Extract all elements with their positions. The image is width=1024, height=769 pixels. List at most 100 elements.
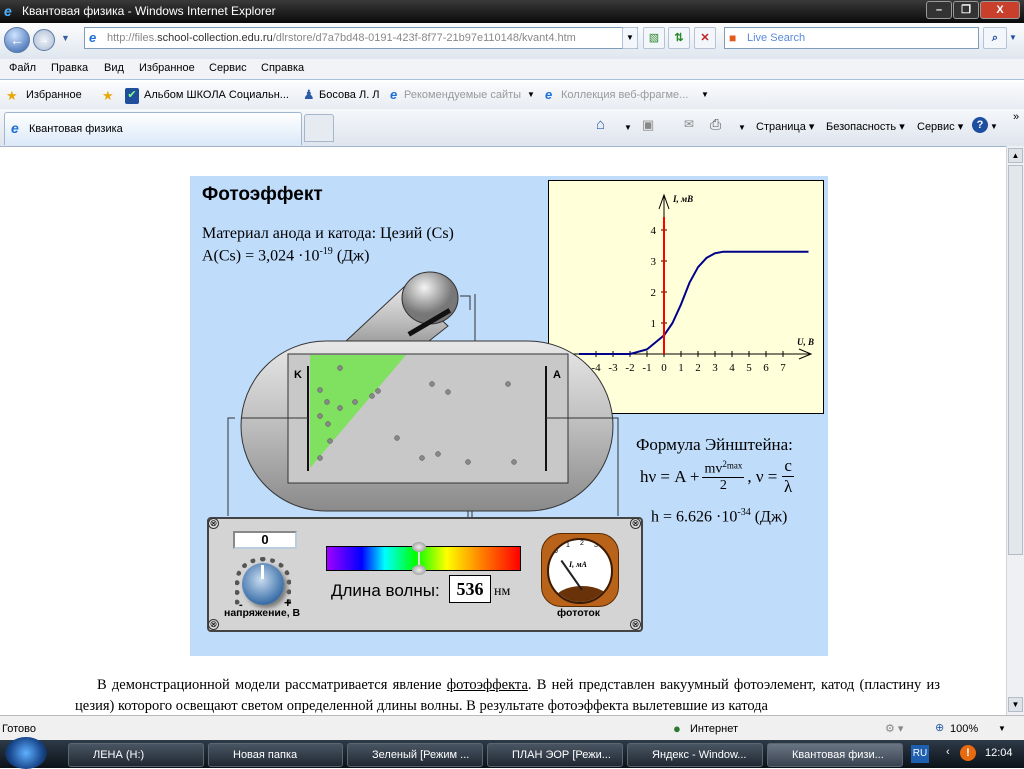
page-menu-label: Страница xyxy=(756,121,806,133)
dropdown-icon[interactable]: ▼ xyxy=(990,122,998,131)
electron xyxy=(317,455,323,461)
voltage-knob[interactable] xyxy=(242,563,284,605)
menu-favorites[interactable]: Избранное xyxy=(139,62,195,74)
menu-help[interactable]: Справка xyxy=(261,62,304,74)
dropdown-icon[interactable]: ▼ xyxy=(738,123,746,132)
taskbar: ЛЕНА (H:) Новая папка Зеленый [Режим ...… xyxy=(0,737,1024,769)
refresh-icon[interactable]: ⇅ xyxy=(668,27,690,49)
check-icon: ✔ xyxy=(125,88,139,104)
start-button[interactable] xyxy=(5,737,47,769)
new-tab-button[interactable] xyxy=(304,114,334,142)
zoom-dropdown-icon[interactable]: ▼ xyxy=(998,724,1006,733)
meter-tick: 3 xyxy=(594,542,598,549)
protected-mode-icon[interactable]: ⚙ ▾ xyxy=(885,722,903,735)
x-tick-label: 0 xyxy=(661,362,667,374)
ie-logo-icon: e xyxy=(4,3,12,19)
minimize-button[interactable]: – xyxy=(926,1,952,19)
page-icon: e xyxy=(89,30,97,45)
search-icon[interactable]: ⌕ xyxy=(983,27,1007,49)
tools-menu-label: Сервис xyxy=(917,121,955,133)
menu-view[interactable]: Вид xyxy=(104,62,124,74)
y-tick-label: 2 xyxy=(651,287,657,299)
dropdown-icon[interactable]: ▼ xyxy=(527,90,535,99)
electron xyxy=(327,438,333,444)
zoom-level[interactable]: 100% xyxy=(950,723,978,735)
stop-icon[interactable]: ✕ xyxy=(694,27,716,49)
language-indicator[interactable]: RU xyxy=(911,745,929,763)
address-dropdown-icon[interactable]: ▼ xyxy=(622,27,638,49)
rss-icon[interactable]: ▣ xyxy=(642,117,654,133)
electron xyxy=(435,451,441,457)
task-item[interactable]: Зеленый [Режим ... xyxy=(347,743,483,767)
history-dropdown-icon[interactable]: ▼ xyxy=(61,33,70,43)
formula-mid: , ν = xyxy=(747,466,778,486)
title-bar: e Квантовая физика - Windows Internet Ex… xyxy=(0,0,1024,23)
fraction-kinetic: mv2max 2 xyxy=(702,459,745,495)
menu-edit[interactable]: Правка xyxy=(51,62,88,74)
menu-tools[interactable]: Сервис xyxy=(209,62,247,74)
search-options-icon[interactable]: ▼ xyxy=(1009,33,1017,42)
planck-exp: -34 xyxy=(737,507,751,518)
tools-menu[interactable]: Сервис ▾ xyxy=(917,120,963,133)
scroll-up-button[interactable]: ▲ xyxy=(1008,148,1023,163)
fav-link-album[interactable]: Альбом ШКОЛА Социальн... xyxy=(144,89,289,101)
task-item[interactable]: ЛЕНА (H:) xyxy=(68,743,204,767)
dropdown-icon[interactable]: ▼ xyxy=(701,90,709,99)
page-menu[interactable]: Страница ▾ xyxy=(756,120,814,133)
x-axis-label: U, В xyxy=(797,337,814,347)
fav-link-suggested[interactable]: Рекомендуемые сайты xyxy=(404,89,521,101)
help-icon[interactable]: ? xyxy=(972,117,988,133)
electron xyxy=(337,365,343,371)
cathode-label: K xyxy=(294,369,302,381)
tab-active[interactable]: e Квантовая физика xyxy=(4,112,302,145)
mail-icon[interactable]: ✉ xyxy=(684,117,694,131)
wavelength-label: Длина волны: xyxy=(331,581,440,600)
knob-pointer xyxy=(261,565,264,579)
window-title: Квантовая физика - Windows Internet Expl… xyxy=(22,4,276,18)
y-axis-label: I, мВ xyxy=(672,194,693,204)
home-icon[interactable]: ⌂ xyxy=(596,116,605,133)
task-item-active[interactable]: Квантовая физи... xyxy=(767,743,903,767)
meter-tick: 4 xyxy=(605,548,609,555)
scroll-down-button[interactable]: ▼ xyxy=(1008,697,1023,712)
add-favorite-icon[interactable]: ★ xyxy=(102,88,114,104)
x-tick-label: 3 xyxy=(712,362,718,374)
favorites-star-icon: ★ xyxy=(6,88,18,103)
task-item[interactable]: Новая папка xyxy=(208,743,343,767)
maximize-button[interactable]: ❐ xyxy=(953,1,979,19)
slider-thumb[interactable] xyxy=(411,542,426,575)
scroll-thumb[interactable] xyxy=(1008,165,1023,555)
safety-menu-label: Безопасность xyxy=(826,121,897,133)
zoom-icon[interactable]: ⊕ xyxy=(935,721,944,734)
task-item[interactable]: Яндекс - Window... xyxy=(627,743,763,767)
y-tick-label: 1 xyxy=(651,318,657,330)
formula-title: Формула Эйнштейна: xyxy=(636,435,793,454)
print-icon[interactable]: ⎙ xyxy=(710,116,721,133)
meter-tick: 2 xyxy=(580,540,584,547)
back-button[interactable]: ← xyxy=(4,27,30,53)
screw-icon: ⊗ xyxy=(630,518,641,529)
photoeffect-link[interactable]: фотоэффекта xyxy=(447,677,528,693)
chevron-more-icon[interactable]: » xyxy=(1013,111,1019,123)
compatibility-icon[interactable]: ▧ xyxy=(643,27,665,49)
vertical-scrollbar[interactable]: ▲ ▼ xyxy=(1006,146,1024,715)
meter-label: фототок xyxy=(557,607,601,619)
favorites-button[interactable]: Избранное xyxy=(26,89,82,101)
close-button[interactable]: X xyxy=(980,1,1020,19)
address-input[interactable]: e http://files.school-collection.edu.ru/… xyxy=(84,27,638,49)
alert-icon[interactable]: ! xyxy=(960,745,976,761)
search-input[interactable]: ■ Live Search xyxy=(724,27,979,49)
status-bar: Готово ● Интернет ⚙ ▾ ⊕ 100% ▼ xyxy=(0,715,1024,740)
voltage-label: напряжение, В xyxy=(224,607,301,619)
fav-link-bosova[interactable]: Босова Л. Л xyxy=(319,89,380,101)
wavelength-slider[interactable] xyxy=(326,542,521,575)
task-item[interactable]: ПЛАН ЭОР [Режи... xyxy=(487,743,623,767)
dropdown-icon[interactable]: ▼ xyxy=(624,123,632,132)
forward-button[interactable]: → xyxy=(33,29,55,51)
denominator: 2 xyxy=(719,478,727,494)
globe-icon: ● xyxy=(673,721,681,736)
fav-link-webslices[interactable]: Коллекция веб-фрагме... xyxy=(561,89,688,101)
menu-file[interactable]: Файл xyxy=(9,62,36,74)
show-hidden-icons[interactable]: ‹ xyxy=(946,746,950,758)
safety-menu[interactable]: Безопасность ▾ xyxy=(826,120,905,133)
